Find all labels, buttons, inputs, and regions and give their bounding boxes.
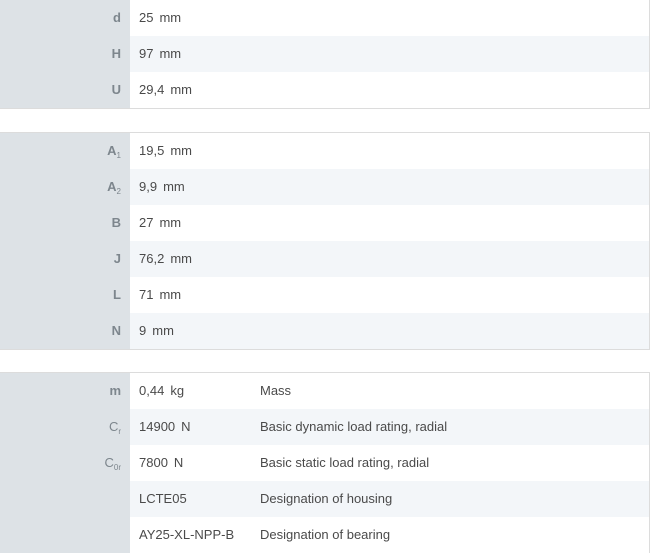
table-row: B 27 mm <box>0 205 649 241</box>
symbol-label: Cr <box>0 409 130 445</box>
value-cell: 9,9 mm <box>130 169 649 205</box>
unit: mm <box>159 10 182 25</box>
value: 97 <box>139 46 154 61</box>
table-row: d 25 mm <box>0 0 649 36</box>
value: 29,4 <box>139 82 165 97</box>
dimensions-table-housing: A1 19,5 mm A2 9,9 mm B 27 mm J 76,2 mm L 71 m… <box>0 132 650 350</box>
value: 7800 <box>139 455 168 470</box>
unit: mm <box>159 215 182 230</box>
table-row: C0r 7800 N Basic static load rating, radi… <box>0 445 649 481</box>
unit: kg <box>170 383 185 398</box>
symbol-label <box>0 481 130 517</box>
unit: mm <box>159 46 182 61</box>
value: AY25-XL-NPP-B <box>139 527 235 542</box>
table-row: H 97 mm <box>0 36 649 72</box>
value-cell: 19,5 mm <box>130 133 649 169</box>
symbol-label: U <box>0 72 130 108</box>
description: Basic static load rating, radial <box>260 455 430 470</box>
description: Designation of bearing <box>260 527 391 542</box>
value: 14900 <box>139 419 176 434</box>
symbol-label: J <box>0 241 130 277</box>
symbol-label: N <box>0 313 130 349</box>
unit: mm <box>170 143 192 158</box>
symbol-label: A1 <box>0 133 130 169</box>
unit: mm <box>163 179 185 194</box>
table-row: U 29,4 mm <box>0 72 649 108</box>
table-row: A1 19,5 mm <box>0 133 649 169</box>
value-cell: 9 mm <box>130 313 649 349</box>
description: Designation of housing <box>260 491 393 506</box>
unit: N <box>181 419 191 434</box>
value-cell: 76,2 mm <box>130 241 649 277</box>
unit: mm <box>170 251 192 266</box>
description: Basic dynamic load rating, radial <box>260 419 448 434</box>
value-cell: 0,44 kg Mass <box>130 373 649 409</box>
symbol-label: L <box>0 277 130 313</box>
value-cell: 25 mm <box>130 0 649 36</box>
value-cell: AY25-XL-NPP-B Designation of bearing <box>130 517 649 553</box>
table-row: J 76,2 mm <box>0 241 649 277</box>
table-row: LCTE05 Designation of housing <box>0 481 649 517</box>
dimensions-table-main: d 25 mm H 97 mm U 29,4 mm <box>0 0 650 109</box>
table-row: m 0,44 kg Mass <box>0 373 649 409</box>
value: LCTE05 <box>139 491 187 506</box>
value: 9 <box>139 323 147 338</box>
value: 76,2 <box>139 251 165 266</box>
symbol-label: H <box>0 36 130 72</box>
value: 19,5 <box>139 143 165 158</box>
unit: mm <box>159 287 182 302</box>
table-row: AY25-XL-NPP-B Designation of bearing <box>0 517 649 553</box>
symbol-label: d <box>0 0 130 36</box>
symbol-label: A2 <box>0 169 130 205</box>
symbol-label: B <box>0 205 130 241</box>
unit: mm <box>170 82 192 97</box>
table-row: A2 9,9 mm <box>0 169 649 205</box>
value-cell: 27 mm <box>130 205 649 241</box>
value: 9,9 <box>139 179 158 194</box>
value-cell: 29,4 mm <box>130 72 649 108</box>
value: 0,44 <box>139 383 165 398</box>
table-row: Cr 14900 N Basic dynamic load rating, rad… <box>0 409 649 445</box>
symbol-label <box>0 517 130 553</box>
properties-table: m 0,44 kg Mass Cr 14900 N Basic dynamic lo… <box>0 372 650 553</box>
value: 27 <box>139 215 154 230</box>
unit: mm <box>152 323 174 338</box>
symbol-label: C0r <box>0 445 130 481</box>
table-row: N 9 mm <box>0 313 649 349</box>
value-cell: 14900 N Basic dynamic load rating, radial <box>130 409 649 445</box>
value-cell: LCTE05 Designation of housing <box>130 481 649 517</box>
unit: N <box>173 455 184 470</box>
value-cell: 7800 N Basic static load rating, radial <box>130 445 649 481</box>
symbol-label: m <box>0 373 130 409</box>
value-cell: 71 mm <box>130 277 649 313</box>
value-cell: 97 mm <box>130 36 649 72</box>
description: Mass <box>260 383 292 398</box>
value: 25 <box>139 10 154 25</box>
value: 71 <box>139 287 154 302</box>
table-row: L 71 mm <box>0 277 649 313</box>
